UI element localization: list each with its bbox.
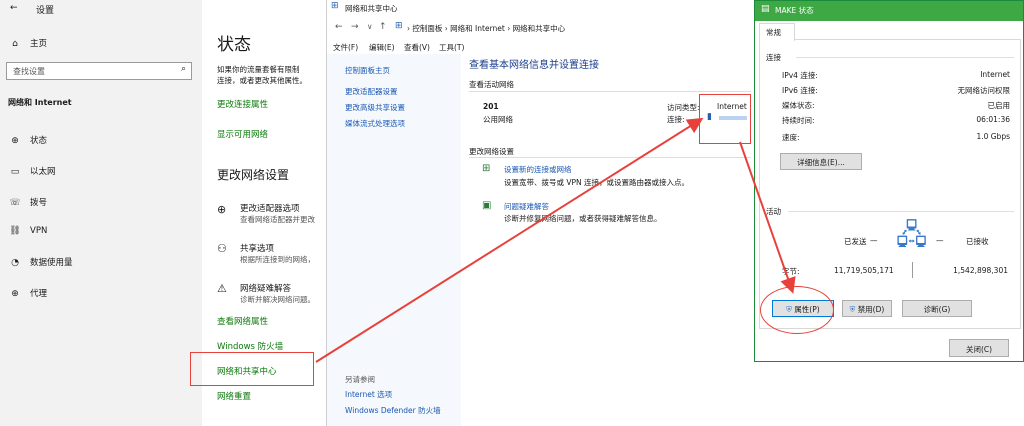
arrow-to-connection (315, 117, 704, 363)
arrow-to-properties (739, 141, 796, 294)
tab-general-label: 常规 (766, 28, 781, 37)
tab-general[interactable]: 常规 (759, 23, 795, 41)
annotation-arrows (315, 117, 796, 363)
